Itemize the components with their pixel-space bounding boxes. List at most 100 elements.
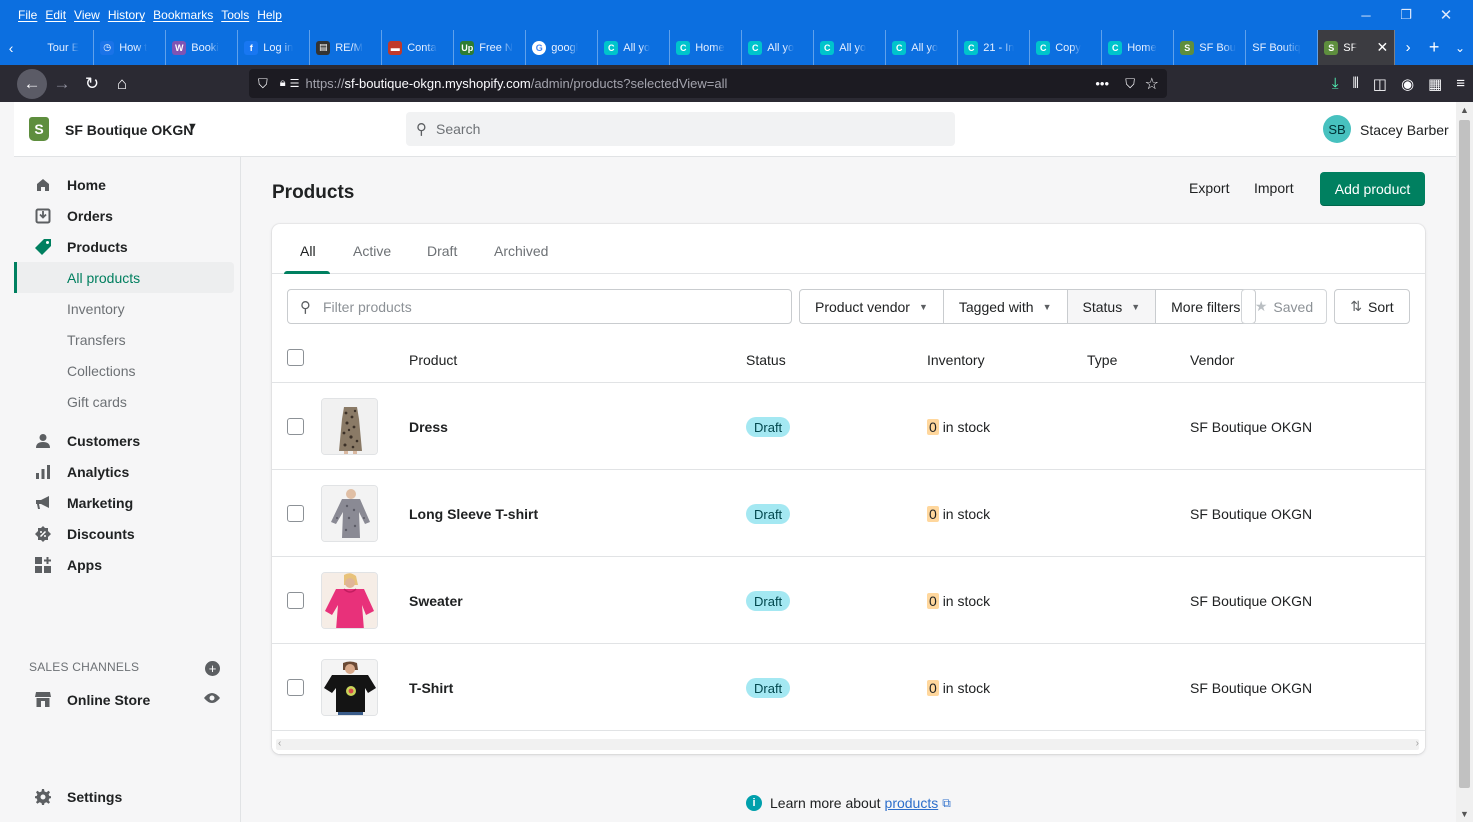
back-icon[interactable]: ← bbox=[17, 68, 47, 99]
permissions-icon[interactable]: ☰ bbox=[290, 77, 300, 90]
table-horizontal-scrollbar[interactable]: ‹ › bbox=[272, 735, 1425, 754]
browser-tab[interactable]: Up Free N bbox=[454, 30, 527, 65]
filter-products-input[interactable]: ⚲ Filter products bbox=[287, 289, 792, 324]
import-button[interactable]: Import bbox=[1254, 180, 1294, 196]
sidebar-item-transfers[interactable]: Transfers bbox=[14, 324, 234, 355]
browser-tab[interactable]: C Home bbox=[670, 30, 743, 65]
scroll-down-arrow-icon[interactable]: ▼ bbox=[1460, 809, 1469, 819]
sidebar-item-orders[interactable]: Orders bbox=[14, 200, 234, 231]
download-icon[interactable]: ⤓ bbox=[1332, 75, 1339, 92]
products-help-link[interactable]: products bbox=[885, 795, 939, 811]
tab-active[interactable]: Active bbox=[353, 243, 391, 259]
new-tab-icon[interactable]: + bbox=[1421, 37, 1447, 58]
browser-tab[interactable]: C All yo bbox=[886, 30, 959, 65]
scroll-right-arrow-icon[interactable]: › bbox=[1416, 738, 1419, 749]
scroll-left-arrow-icon[interactable]: ‹ bbox=[278, 738, 281, 749]
scrollbar-thumb[interactable] bbox=[1459, 120, 1470, 788]
sidebar-item-products[interactable]: Products bbox=[14, 231, 234, 262]
home-browser-icon[interactable]: ⌂ bbox=[107, 69, 137, 99]
user-name[interactable]: Stacey Barber bbox=[1360, 122, 1449, 138]
forward-icon[interactable]: → bbox=[47, 69, 77, 99]
page-actions-icon[interactable]: ••• bbox=[1095, 76, 1109, 91]
sidebar-item-all-products[interactable]: All products bbox=[14, 262, 234, 293]
browser-tab[interactable]: C All yo bbox=[814, 30, 887, 65]
product-thumbnail-long-sleeve-tshirt[interactable] bbox=[321, 485, 378, 542]
sidebar-item-analytics[interactable]: Analytics bbox=[14, 456, 234, 487]
browser-tab[interactable]: f Log in bbox=[238, 30, 311, 65]
sidebar-toggle-icon[interactable]: ◫ bbox=[1373, 75, 1387, 93]
product-name[interactable]: T-Shirt bbox=[409, 680, 453, 696]
browser-tab[interactable]: ▬ Conta bbox=[382, 30, 455, 65]
tab-all[interactable]: All bbox=[300, 243, 316, 259]
product-vendor-filter[interactable]: Product vendor ▼ bbox=[800, 290, 944, 323]
page-vertical-scrollbar[interactable]: ▲ ▼ bbox=[1456, 102, 1473, 822]
product-name[interactable]: Sweater bbox=[409, 593, 463, 609]
tab-list-chevron-icon[interactable]: ⌄ bbox=[1447, 41, 1473, 55]
url-bar[interactable]: ⛉ 🔒︎ ☰ https://sf-boutique-okgn.myshopif… bbox=[249, 69, 1167, 98]
browser-tab[interactable]: ◷ How t bbox=[94, 30, 167, 65]
restore-icon[interactable]: ❐ bbox=[1386, 0, 1426, 30]
saved-button[interactable]: ★ Saved bbox=[1241, 289, 1327, 324]
browser-tab-active[interactable]: S SF ✕ bbox=[1318, 30, 1396, 65]
tabs-scroll-left-icon[interactable]: ‹ bbox=[0, 40, 22, 56]
eye-icon[interactable] bbox=[204, 691, 220, 707]
browser-tab[interactable]: C Copy bbox=[1030, 30, 1103, 65]
add-channel-plus-icon[interactable]: + bbox=[205, 661, 220, 676]
sidebar-item-settings[interactable]: Settings bbox=[14, 781, 234, 812]
tab-draft[interactable]: Draft bbox=[427, 243, 457, 259]
add-product-button[interactable]: Add product bbox=[1320, 172, 1425, 206]
row-checkbox[interactable] bbox=[287, 679, 304, 696]
browser-tab[interactable]: W Booki bbox=[166, 30, 239, 65]
browser-tab[interactable]: SF Boutiq bbox=[1246, 30, 1319, 65]
browser-tab[interactable]: C All yo bbox=[742, 30, 815, 65]
library-icon[interactable]: ⫴ bbox=[1352, 75, 1358, 92]
menu-edit[interactable]: Edit bbox=[45, 8, 66, 22]
account-icon[interactable]: ◉ bbox=[1401, 75, 1414, 93]
product-name[interactable]: Dress bbox=[409, 419, 448, 435]
caret-down-icon[interactable]: ▼ bbox=[187, 121, 198, 133]
column-vendor[interactable]: Vendor bbox=[1190, 352, 1234, 368]
row-checkbox[interactable] bbox=[287, 592, 304, 609]
browser-tab[interactable]: S SF Bou bbox=[1174, 30, 1247, 65]
window-close-icon[interactable]: ✕ bbox=[1426, 0, 1466, 30]
row-checkbox[interactable] bbox=[287, 418, 304, 435]
pocket-icon[interactable]: ⛉ bbox=[1125, 76, 1135, 92]
browser-tab[interactable]: C Home bbox=[1102, 30, 1175, 65]
avatar[interactable]: SB bbox=[1323, 115, 1351, 143]
shield-icon[interactable]: ⛉ bbox=[258, 76, 268, 92]
browser-tab[interactable]: C 21 - In bbox=[958, 30, 1031, 65]
product-thumbnail-sweater[interactable] bbox=[321, 572, 378, 629]
sidebar-item-marketing[interactable]: Marketing bbox=[14, 487, 234, 518]
browser-tab[interactable]: ▤ RE/M bbox=[310, 30, 383, 65]
menu-tools[interactable]: Tools bbox=[221, 8, 249, 22]
tab-close-icon[interactable]: ✕ bbox=[1376, 39, 1388, 56]
search-input[interactable]: ⚲ Search bbox=[406, 112, 955, 146]
table-row[interactable]: Long Sleeve T-shirt Draft 0 in stock SF … bbox=[272, 470, 1425, 557]
table-row[interactable]: Dress Draft 0 in stock SF Boutique OKGN bbox=[272, 383, 1425, 470]
sidebar-item-online-store[interactable]: Online Store bbox=[14, 684, 234, 715]
sidebar-item-apps[interactable]: Apps bbox=[14, 549, 234, 580]
export-button[interactable]: Export bbox=[1189, 180, 1229, 196]
column-type[interactable]: Type bbox=[1087, 352, 1117, 368]
sidebar-item-discounts[interactable]: Discounts bbox=[14, 518, 234, 549]
store-name[interactable]: SF Boutique OKGN bbox=[65, 122, 193, 138]
menu-bookmarks[interactable]: Bookmarks bbox=[153, 8, 213, 22]
column-product[interactable]: Product bbox=[409, 352, 457, 368]
menu-view[interactable]: View bbox=[74, 8, 100, 22]
row-checkbox[interactable] bbox=[287, 505, 304, 522]
minimize-icon[interactable]: ─ bbox=[1346, 0, 1386, 30]
tabs-scroll-right-icon[interactable]: › bbox=[1395, 39, 1421, 56]
menu-help[interactable]: Help bbox=[257, 8, 282, 22]
hamburger-menu-icon[interactable]: ≡ bbox=[1456, 75, 1465, 92]
table-row[interactable]: T-Shirt Draft 0 in stock SF Boutique OKG… bbox=[272, 644, 1425, 731]
column-inventory[interactable]: Inventory bbox=[927, 352, 985, 368]
column-status[interactable]: Status bbox=[746, 352, 786, 368]
product-name[interactable]: Long Sleeve T-shirt bbox=[409, 506, 538, 522]
tab-archived[interactable]: Archived bbox=[494, 243, 548, 259]
sidebar-item-collections[interactable]: Collections bbox=[14, 355, 234, 386]
menu-file[interactable]: File bbox=[18, 8, 37, 22]
shopify-logo-icon[interactable]: S bbox=[29, 117, 49, 141]
status-filter[interactable]: Status ▼ bbox=[1067, 290, 1157, 323]
browser-tab[interactable]: Ggoogl bbox=[526, 30, 599, 65]
sidebar-item-inventory[interactable]: Inventory bbox=[14, 293, 234, 324]
